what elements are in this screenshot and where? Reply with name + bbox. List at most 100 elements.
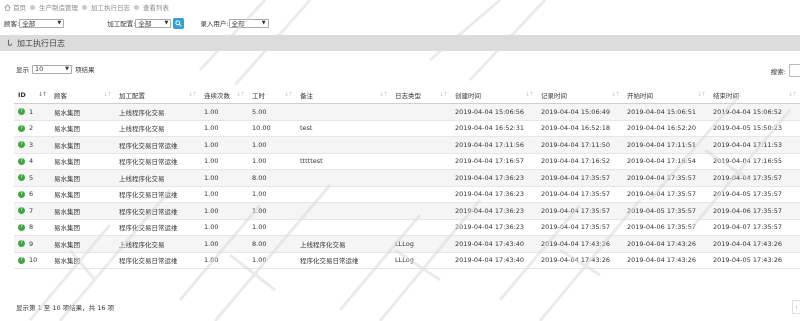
cell-config: 程序化交易日常运维	[115, 219, 200, 236]
table-row[interactable]: ? 3 易水集团 程序化交易日常运维 1.00 1.00 2019-04-04 17:11:…	[14, 136, 800, 154]
cell-text: 1.00	[204, 239, 219, 248]
user-filter: 录入用户: 全部 ▼	[200, 18, 269, 28]
customer-select-value: 全部	[22, 20, 36, 28]
cell-config: 上线程序化交易	[115, 120, 200, 137]
status-icon[interactable]: ?	[18, 256, 25, 264]
column-header-log-type[interactable]: 日志类型 ↓↑	[391, 87, 451, 104]
cell-remark	[296, 219, 391, 236]
config-filter-label: 加工配置:	[107, 20, 136, 28]
cell-count: 1.00	[200, 219, 248, 236]
column-header-id[interactable]: ID ↓↑	[14, 87, 50, 104]
breadcrumb-home[interactable]: 首页	[13, 2, 26, 12]
chevron-down-icon: ▼	[57, 20, 62, 26]
cell-text: 8.00	[252, 173, 267, 182]
cell-text: 2019-04-04 17:43:40	[455, 239, 525, 248]
column-header-start[interactable]: 开始时间 ↓↑	[623, 87, 709, 104]
cell-hours: 8.00	[248, 169, 296, 187]
cell-count: 1.00	[200, 103, 248, 121]
cell-text: 2019-04-04 17:11:50	[541, 140, 611, 149]
table-row[interactable]: ? 10 易水集团 程序化交易日常运维 1.00 1.00 程序化交易日常运维 LLLog 20…	[14, 252, 800, 269]
column-header-customer[interactable]: 顾客 ↓↑	[50, 87, 115, 104]
table-search-input[interactable]	[789, 64, 800, 77]
cell-end: 2019-04-04 17:11:53	[709, 136, 800, 154]
table-search-label: 搜索:	[770, 67, 786, 76]
table-row[interactable]: ? 8 易水集团 程序化交易日常运维 1.00 1.00 2019-04-04 17:36:…	[14, 219, 800, 236]
cell-text: 程序化交易日常运维	[119, 141, 178, 150]
sort-icon: ↓↑	[283, 91, 293, 98]
cell-text: 10.00	[252, 124, 271, 133]
sort-icon: ↓↑	[524, 91, 534, 98]
cell-text: test	[300, 124, 313, 133]
table-row[interactable]: ? 5 易水集团 上线程序化交易 1.00 8.00 2019-04-04 17:36:23…	[14, 169, 800, 187]
cell-text: 程序化交易日常运维	[119, 224, 178, 233]
cell-remark	[296, 169, 391, 187]
status-icon[interactable]: ?	[18, 124, 25, 132]
cell-text: LLLog	[395, 256, 414, 265]
cell-created: 2019-04-04 17:36:23	[451, 186, 537, 203]
status-icon[interactable]: ?	[18, 223, 25, 231]
cell-text: 2019-04-04 17:35:57	[541, 223, 611, 232]
breadcrumb-log[interactable]: 加工执行日志	[91, 2, 130, 12]
cell-text: 2019-04-04 15:06:51	[627, 107, 697, 116]
cell-id: ? 2	[14, 120, 50, 137]
user-select[interactable]: 全部 ▼	[228, 18, 269, 28]
cell-remark: 程序化交易日常运维	[296, 252, 391, 269]
column-header-created[interactable]: 创建时间 ↓↑	[451, 87, 537, 104]
cell-text: 2019-04-04 17:43:26	[627, 256, 697, 265]
cell-hours: 1.00	[248, 186, 296, 203]
status-icon[interactable]: ?	[18, 240, 25, 248]
breadcrumb-separator	[134, 4, 139, 10]
customer-select[interactable]: 全部 ▼	[19, 18, 65, 28]
column-header-hours[interactable]: 工时 ↓↑	[248, 87, 296, 104]
cell-text: 2019-04-05 17:43:26	[713, 256, 783, 265]
cell-log-type	[391, 120, 451, 137]
config-select[interactable]: 全部 ▼	[135, 18, 172, 28]
status-icon[interactable]: ?	[18, 174, 25, 182]
status-icon[interactable]: ?	[18, 108, 25, 116]
table-row[interactable]: ? 6 易水集团 程序化交易日常运维 1.00 1.00 2019-04-04 17:36:…	[14, 186, 800, 203]
table-row[interactable]: ? 2 易水集团 上线程序化交易 1.00 10.00 test 2019-04-04 16:…	[14, 120, 800, 137]
cell-log-type	[391, 186, 451, 203]
column-header-end[interactable]: 结束时间 ↓↑	[709, 87, 800, 104]
table-row[interactable]: ? 4 易水集团 程序化交易日常运维 1.00 1.00 tttttest 2019-04-0…	[14, 153, 800, 170]
cell-text: 2	[29, 124, 34, 133]
cell-recorded: 2019-04-04 17:35:57	[537, 219, 623, 236]
page-length-select[interactable]: 10 ▼	[32, 64, 72, 74]
cell-text: 1.00	[252, 140, 267, 149]
cell-text: 2019-04-05 17:35:57	[627, 206, 697, 215]
cell-start: 2019-04-04 17:43:26	[623, 235, 709, 253]
cell-text: 2019-04-04 15:06:56	[455, 107, 525, 116]
cell-hours: 1.00	[248, 252, 296, 269]
table-row[interactable]: ? 9 易水集团 上线程序化交易 1.00 8.00 上线程序化交易 LLLog 2019-04…	[14, 235, 800, 253]
cell-text: 1.00	[252, 256, 267, 265]
config-select-value: 全部	[138, 20, 152, 28]
column-header-remark[interactable]: 备注 ↓↑	[296, 87, 391, 104]
column-header-count[interactable]: 连续次数 ↓↑	[200, 87, 248, 104]
search-icon	[175, 19, 183, 27]
status-icon[interactable]: ?	[18, 190, 25, 198]
cell-created: 2019-04-04 17:36:23	[451, 219, 537, 236]
cell-text: 2019-04-04 17:43:40	[455, 256, 525, 265]
breadcrumb-production[interactable]: 生产制造管理	[39, 2, 78, 12]
cell-id: ? 7	[14, 202, 50, 220]
prev-page-button[interactable]: ‹	[792, 300, 800, 314]
cell-text: 1	[29, 107, 34, 116]
cell-remark: tttttest	[296, 153, 391, 170]
cell-end: 2019-04-04 15:06:52	[709, 103, 800, 121]
cell-text: LLLog	[395, 239, 414, 248]
search-button[interactable]	[173, 17, 185, 29]
cell-text: 2019-04-04 16:52:31	[455, 124, 525, 133]
status-icon[interactable]: ?	[18, 157, 25, 165]
table-row[interactable]: ? 7 易水集团 程序化交易日常运维 1.00 1.00 2019-04-04 17:36:…	[14, 202, 800, 220]
table-row[interactable]: ? 1 易水集团 上线程序化交易 1.00 5.00 2019-04-04 15:06:56…	[14, 103, 800, 121]
cell-id: ? 3	[14, 136, 50, 154]
table-search: 搜索:	[771, 64, 800, 77]
status-icon[interactable]: ?	[18, 141, 25, 149]
status-icon[interactable]: ?	[18, 207, 25, 215]
user-filter-label: 录入用户:	[200, 20, 229, 28]
home-icon	[4, 3, 11, 11]
column-header-recorded[interactable]: 记录时间 ↓↑	[537, 87, 623, 104]
cell-text: 上线程序化交易	[119, 240, 165, 249]
column-header-config[interactable]: 加工配置 ↓↑	[115, 87, 200, 104]
cell-start: 2019-04-06 17:35:57	[623, 219, 709, 236]
